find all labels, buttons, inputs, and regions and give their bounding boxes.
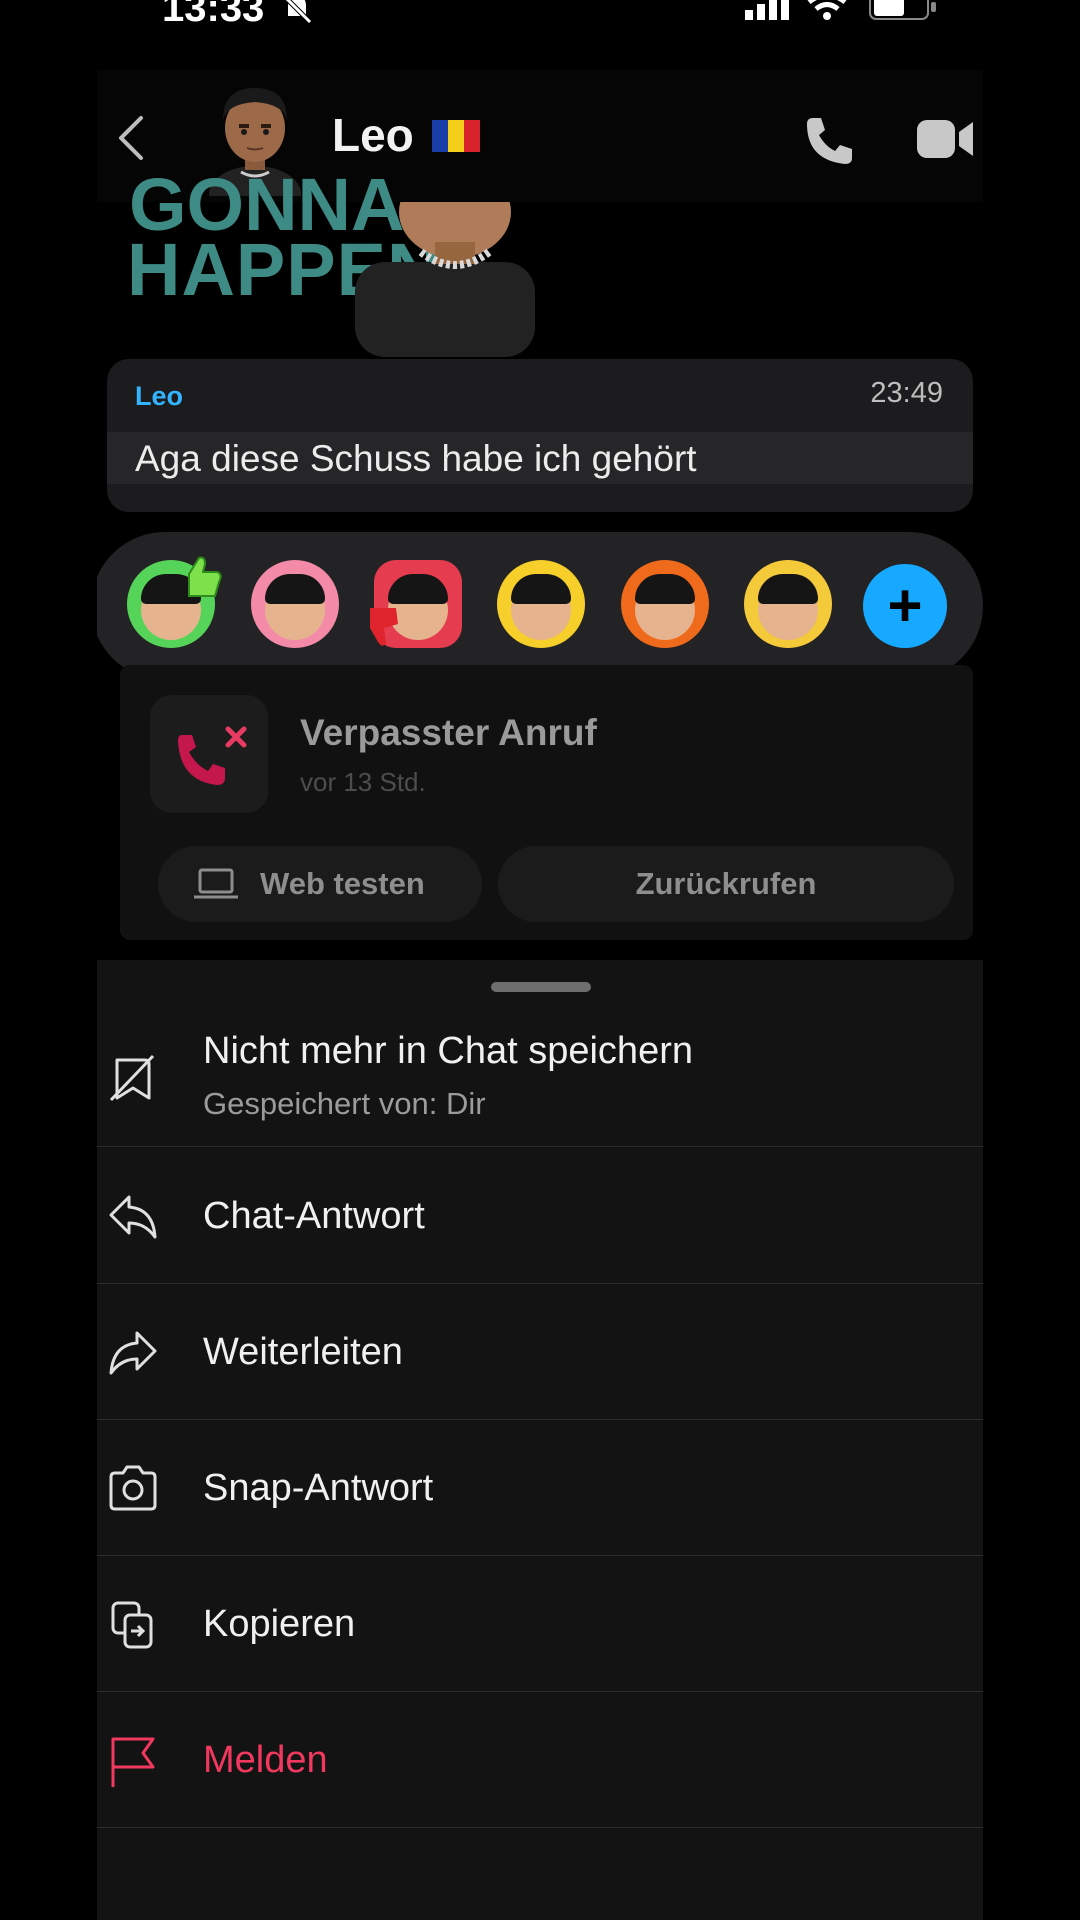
missed-call-card: Verpasster Anruf vor 13 Std. Web testen … xyxy=(120,665,973,940)
camera-icon xyxy=(109,1465,157,1511)
bucket-hat xyxy=(758,574,818,604)
battery-icon xyxy=(869,0,936,20)
forward-icon xyxy=(109,1331,157,1375)
plus-icon: + xyxy=(887,572,923,639)
contact-name[interactable]: Leo xyxy=(332,108,414,162)
reaction-sad[interactable] xyxy=(744,560,832,648)
back-chevron-icon[interactable] xyxy=(115,115,145,161)
saved-by-label: Gespeichert von: Dir xyxy=(203,1086,486,1121)
missed-call-icon-box xyxy=(150,695,268,813)
signal-icon xyxy=(745,0,789,20)
message-text: Aga diese Schuss habe ich gehört xyxy=(135,438,697,479)
laptop-icon xyxy=(194,868,238,899)
flag-romania-icon xyxy=(432,120,480,152)
flag-icon xyxy=(111,1737,155,1787)
snap-reply-label: Snap-Antwort xyxy=(203,1467,434,1509)
message-text-row: Aga diese Schuss habe ich gehört xyxy=(107,432,973,484)
message-time: 23:49 xyxy=(870,377,943,409)
reaction-thumbs-up[interactable] xyxy=(127,556,222,648)
web-test-button[interactable]: Web testen xyxy=(158,846,482,922)
chat-reply-label: Chat-Antwort xyxy=(203,1195,425,1237)
flag-stripe-red xyxy=(464,120,480,152)
video-call-icon[interactable] xyxy=(917,118,977,160)
reaction-heart[interactable] xyxy=(251,560,339,648)
message-card[interactable]: Leo 23:49 Aga diese Schuss habe ich gehö… xyxy=(107,359,973,512)
wifi-icon xyxy=(807,0,847,20)
reaction-thumbs-down[interactable] xyxy=(370,560,462,648)
thumbs-up-icon xyxy=(188,556,222,597)
thumbs-down-icon xyxy=(370,608,398,646)
bucket-hat xyxy=(511,574,571,604)
sticker-message[interactable]: GONNA HAPPEN xyxy=(97,163,983,357)
unsave-icon xyxy=(109,1054,155,1102)
status-bar: 13:33 xyxy=(97,0,983,40)
reaction-laugh-cry[interactable] xyxy=(497,560,585,648)
call-back-button[interactable]: Zurückrufen xyxy=(498,846,954,922)
menu-item-chat-reply[interactable]: Chat-Antwort xyxy=(97,1147,983,1284)
bucket-hat xyxy=(635,574,695,604)
flag-stripe-yellow xyxy=(448,120,464,152)
bell-muted-icon xyxy=(284,0,312,24)
missed-call-title: Verpasster Anruf xyxy=(300,712,597,753)
copy-label: Kopieren xyxy=(203,1603,356,1645)
flag-stripe-blue xyxy=(432,120,448,152)
message-sender: Leo xyxy=(135,381,184,411)
web-test-label: Web testen xyxy=(260,866,425,901)
phone-icon[interactable] xyxy=(803,114,855,166)
bucket-hat xyxy=(265,574,325,604)
reaction-bar: + xyxy=(97,532,983,680)
menu-item-report[interactable]: Melden xyxy=(97,1691,983,1828)
menu-item-snap-reply[interactable]: Snap-Antwort xyxy=(97,1419,983,1556)
action-sheet: Nicht mehr in Chat speichern Gespeichert… xyxy=(97,960,983,1920)
sticker-bitmoji xyxy=(355,202,535,357)
report-label: Melden xyxy=(203,1739,328,1781)
copy-icon xyxy=(111,1601,153,1649)
missed-call-time: vor 13 Std. xyxy=(300,767,426,797)
add-reaction-button[interactable]: + xyxy=(863,564,947,648)
reaction-fire[interactable] xyxy=(621,560,709,648)
bucket-hat xyxy=(388,574,448,604)
missed-call-icon xyxy=(178,726,247,785)
chat-screen: 13:33 Leo GONNA HAPPEN Leo 23:49 Aga die… xyxy=(97,0,983,1920)
menu-item-unsave[interactable]: Nicht mehr in Chat speichern Gespeichert… xyxy=(97,960,983,1147)
reply-icon xyxy=(109,1195,157,1239)
menu-item-forward[interactable]: Weiterleiten xyxy=(97,1283,983,1420)
call-back-label: Zurückrufen xyxy=(635,866,817,901)
menu-item-copy[interactable]: Kopieren xyxy=(97,1555,983,1692)
forward-label: Weiterleiten xyxy=(203,1331,403,1373)
unsave-label: Nicht mehr in Chat speichern xyxy=(203,1030,693,1072)
status-time: 13:33 xyxy=(162,0,265,30)
